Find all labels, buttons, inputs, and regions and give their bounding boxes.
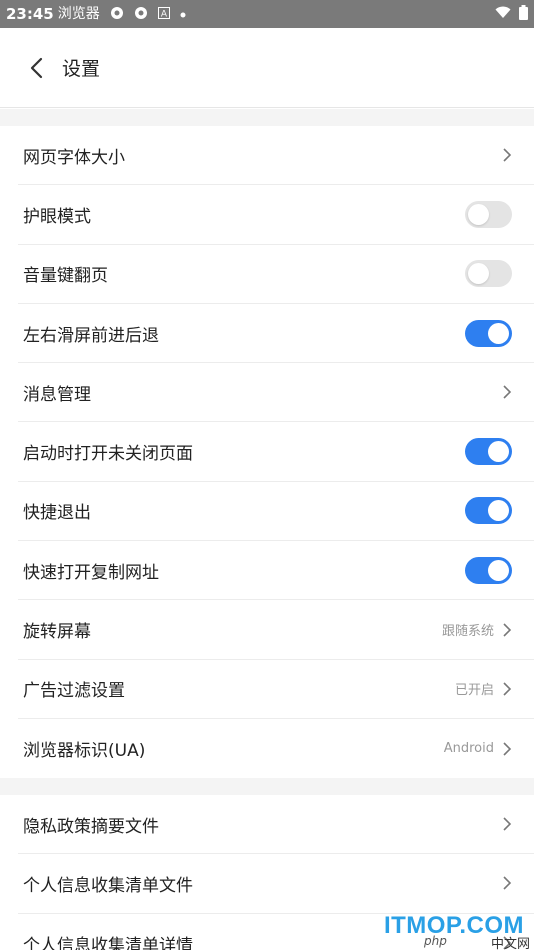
toggle-knob	[468, 263, 489, 285]
setting-eye-protection[interactable]: 护眼模式	[18, 185, 534, 245]
toggle-switch-on[interactable]	[465, 319, 512, 347]
chevron-left-icon	[30, 57, 43, 78]
toggle-switch-off[interactable]	[465, 200, 512, 228]
setting-label: 个人信息收集清单文件	[23, 875, 193, 896]
toggle-switch-off[interactable]	[465, 260, 512, 288]
setting-privacy-summary[interactable]: 隐私政策摘要文件	[18, 795, 534, 855]
toggle-knob	[488, 322, 509, 344]
setting-open-copied-url[interactable]: 快速打开复制网址	[18, 541, 534, 601]
setting-font-size[interactable]: 网页字体大小	[18, 126, 534, 186]
toggle-switch-on[interactable]	[465, 556, 512, 584]
setting-label: 左右滑屏前进后退	[23, 325, 159, 346]
setting-value: Android	[443, 741, 494, 757]
setting-label: 音量键翻页	[23, 266, 108, 287]
chevron-right-icon	[503, 385, 512, 399]
setting-info-collection-file[interactable]: 个人信息收集清单文件	[18, 854, 534, 914]
setting-label: 旋转屏幕	[23, 622, 91, 643]
setting-label: 启动时打开未关闭页面	[23, 444, 193, 465]
status-app-name: 浏览器	[57, 6, 100, 22]
setting-screen-rotation[interactable]: 旋转屏幕 跟随系统	[18, 600, 534, 660]
app-bar: 设置	[0, 28, 534, 108]
toggle-switch-on[interactable]	[465, 438, 512, 466]
watermark-logo: ITMOP.COM php 中文网	[374, 912, 534, 950]
setting-restore-pages[interactable]: 启动时打开未关闭页面	[18, 422, 534, 482]
chevron-right-icon	[503, 817, 512, 831]
a-box-icon: A	[157, 6, 170, 22]
watermark-prefix: php	[424, 934, 447, 948]
setting-volume-key-paging[interactable]: 音量键翻页	[18, 245, 534, 304]
back-button[interactable]	[12, 44, 60, 92]
setting-label: 快捷退出	[23, 503, 91, 524]
setting-label: 隐私政策摘要文件	[23, 816, 159, 837]
setting-label: 网页字体大小	[23, 147, 125, 168]
watermark-subtext: 中文网	[490, 937, 530, 950]
setting-label: 快速打开复制网址	[23, 562, 159, 583]
battery-icon	[519, 4, 528, 24]
setting-message-management[interactable]: 消息管理	[18, 363, 534, 423]
wifi-icon	[495, 6, 511, 23]
section-divider	[0, 109, 534, 126]
toggle-knob	[488, 500, 509, 522]
setting-label: 消息管理	[23, 384, 91, 405]
toggle-knob	[488, 559, 509, 581]
status-time: 23:45	[6, 5, 54, 23]
chevron-right-icon	[503, 148, 512, 162]
chevron-right-icon	[503, 742, 512, 756]
settings-section-general: 网页字体大小 护眼模式 音量键翻页 左右滑屏前进后退 消息管理 启动时打开未关闭…	[0, 126, 534, 778]
chevron-right-icon	[503, 682, 512, 696]
page-title: 设置	[62, 58, 101, 80]
chevron-right-icon	[503, 622, 512, 637]
setting-label: 护眼模式	[23, 206, 91, 227]
setting-value: 跟随系统	[441, 624, 494, 640]
section-divider	[0, 778, 534, 795]
setting-swipe-navigation[interactable]: 左右滑屏前进后退	[18, 304, 534, 364]
setting-ad-filter[interactable]: 广告过滤设置 已开启	[18, 660, 534, 719]
aperture-icon	[110, 6, 124, 23]
dot-icon	[180, 8, 186, 21]
setting-value: 已开启	[454, 683, 494, 699]
setting-label: 浏览器标识(UA)	[23, 741, 146, 762]
aperture-icon	[134, 6, 148, 23]
setting-label: 广告过滤设置	[23, 681, 125, 702]
toggle-switch-on[interactable]	[465, 497, 512, 525]
setting-user-agent[interactable]: 浏览器标识(UA) Android	[18, 719, 534, 778]
chevron-right-icon	[503, 876, 512, 891]
status-bar: 23:45 浏览器 A	[0, 0, 534, 28]
setting-quick-exit[interactable]: 快捷退出	[18, 482, 534, 542]
toggle-knob	[468, 203, 489, 225]
toggle-knob	[488, 441, 509, 463]
svg-text:A: A	[161, 9, 168, 19]
